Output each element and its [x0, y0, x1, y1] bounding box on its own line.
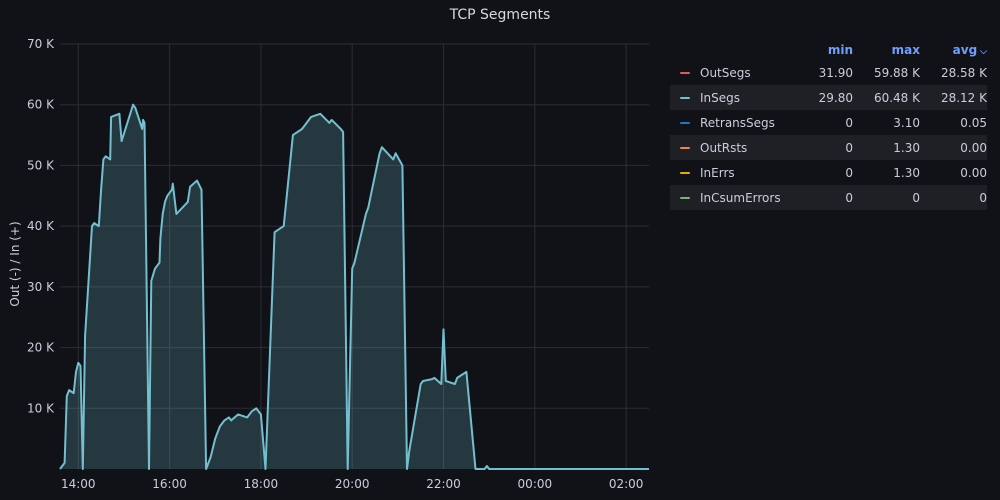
legend-value-avg: 0.00 — [960, 140, 987, 155]
y-axis-label: Out (-) / In (+) — [8, 221, 22, 306]
y-tick-label: 30 K — [27, 280, 55, 294]
legend-value-avg: 0.00 — [960, 165, 987, 180]
legend-column-avg[interactable]: avg ⌵ — [920, 43, 987, 57]
legend-value-max: 60.48 K — [873, 90, 920, 105]
x-tick-label: 20:00 — [335, 477, 370, 491]
x-tick-label: 02:00 — [609, 477, 644, 491]
x-tick-label: 18:00 — [244, 477, 279, 491]
chevron-down-icon: ⌵ — [980, 47, 987, 57]
legend-value-min: 31.90 — [818, 65, 853, 80]
y-tick-label: 40 K — [27, 219, 55, 233]
legend-value-max: 59.88 K — [873, 65, 920, 80]
legend-row-outsegs[interactable]: OutSegs 31.90 59.88 K 28.58 K — [670, 60, 987, 85]
legend-series-name[interactable]: RetransSegs — [700, 116, 786, 130]
legend-value-min: 0 — [845, 140, 853, 155]
legend-color-swatch[interactable] — [680, 121, 690, 124]
legend-series-name[interactable]: OutRsts — [700, 141, 786, 155]
legend-color-swatch[interactable] — [680, 171, 690, 174]
legend-row-incsumerrors[interactable]: InCsumErrors 0 0 0 — [670, 185, 987, 210]
y-tick-label: 70 K — [27, 37, 55, 51]
x-tick-label: 16:00 — [152, 477, 187, 491]
legend-color-swatch[interactable] — [680, 71, 690, 74]
x-axis-ticks: 14:00 16:00 18:00 20:00 22:00 00:00 02:00 — [61, 477, 644, 491]
y-tick-label: 20 K — [27, 341, 55, 355]
legend-row-retranssegs[interactable]: RetransSegs 0 3.10 0.05 — [670, 110, 987, 135]
legend-value-min: 0 — [845, 165, 853, 180]
y-tick-label: 10 K — [27, 401, 55, 415]
legend-series-name[interactable]: InSegs — [700, 91, 786, 105]
legend-value-max: 0 — [912, 190, 920, 205]
legend-column-max[interactable]: max — [853, 43, 920, 57]
legend-value-max: 1.30 — [893, 140, 920, 155]
x-tick-label: 00:00 — [518, 477, 553, 491]
legend-value-max: 1.30 — [893, 165, 920, 180]
legend-value-max: 3.10 — [893, 115, 920, 130]
legend-color-swatch[interactable] — [680, 96, 690, 99]
y-axis-ticks: 10 K 20 K 30 K 40 K 50 K 60 K 70 K — [27, 37, 55, 415]
legend-row-inerrs[interactable]: InErrs 0 1.30 0.00 — [670, 160, 987, 185]
legend-series-name[interactable]: InCsumErrors — [700, 191, 786, 205]
legend-color-swatch[interactable] — [680, 196, 690, 199]
legend-value-avg: 28.12 K — [940, 90, 987, 105]
legend-value-avg: 0.05 — [960, 115, 987, 130]
legend-header: min max avg ⌵ — [670, 40, 987, 60]
y-tick-label: 50 K — [27, 158, 55, 172]
legend-color-swatch[interactable] — [680, 146, 690, 149]
legend-row-outrsts[interactable]: OutRsts 0 1.30 0.00 — [670, 135, 987, 160]
legend-value-avg: 28.58 K — [940, 65, 987, 80]
tcp-segments-panel: TCP Segments 10 K 20 K 30 K 40 K 50 K 60 K 70 … — [0, 0, 1000, 500]
legend-table: min max avg ⌵ OutSegs 31.90 59.88 K 28.58 K I… — [670, 40, 987, 210]
legend-value-avg: 0 — [979, 190, 987, 205]
legend-series-name[interactable]: OutSegs — [700, 66, 786, 80]
legend-value-min: 0 — [845, 190, 853, 205]
legend-series-name[interactable]: InErrs — [700, 166, 786, 180]
legend-value-min: 29.80 — [818, 90, 853, 105]
legend-column-min[interactable]: min — [786, 43, 853, 57]
legend-row-insegs[interactable]: InSegs 29.80 60.48 K 28.12 K — [670, 85, 987, 110]
legend-column-avg-label: avg — [952, 43, 978, 57]
legend-rows: OutSegs 31.90 59.88 K 28.58 K InSegs 29.80 60.… — [670, 60, 987, 210]
legend-value-min: 0 — [845, 115, 853, 130]
y-tick-label: 60 K — [27, 98, 55, 112]
x-tick-label: 22:00 — [426, 477, 461, 491]
x-tick-label: 14:00 — [61, 477, 96, 491]
